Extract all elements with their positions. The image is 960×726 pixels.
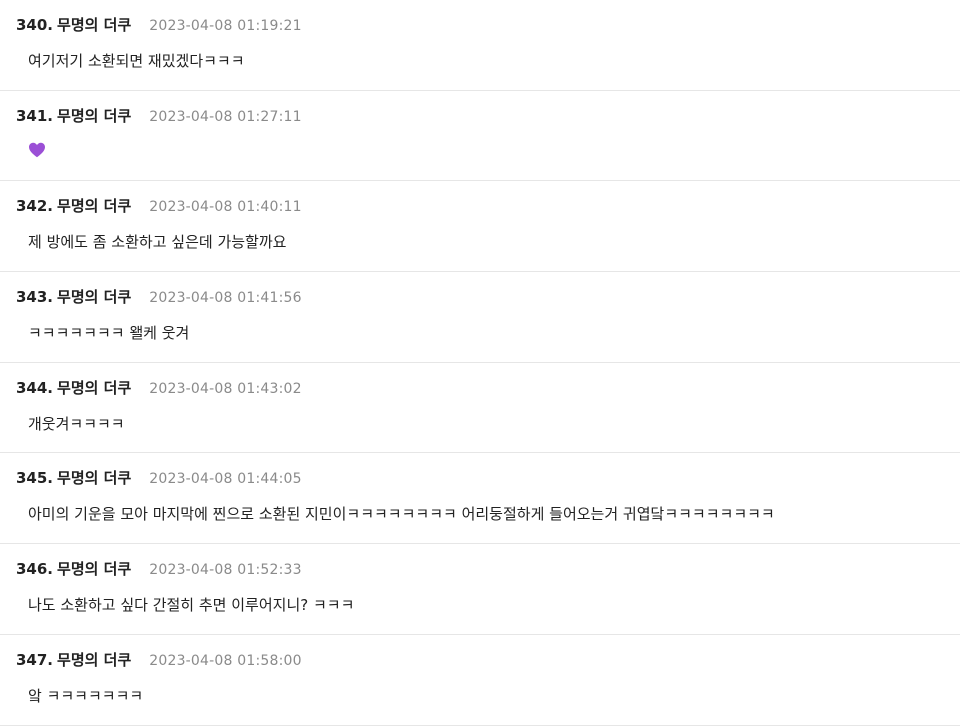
comment-header: 344. 무명의 더쿠 2023-04-08 01:43:02	[16, 377, 960, 399]
comment-number: 347.	[16, 650, 54, 669]
comment-author[interactable]: 무명의 더쿠	[57, 195, 131, 216]
comment-header: 340. 무명의 더쿠 2023-04-08 01:19:21	[16, 14, 960, 36]
comment-item: 347. 무명의 더쿠 2023-04-08 01:58:00 앜 ㅋㅋㅋㅋㅋㅋ…	[0, 635, 960, 726]
comment-text: 나도 소환하고 싶다 간절히 추면 이루어지니? ㅋㅋㅋ	[28, 596, 355, 615]
comment-item: 340. 무명의 더쿠 2023-04-08 01:19:21 여기저기 소환되…	[0, 0, 960, 91]
comment-author[interactable]: 무명의 더쿠	[57, 105, 131, 126]
comment-author[interactable]: 무명의 더쿠	[57, 286, 131, 307]
comment-text: 아미의 기운을 모아 마지막에 찐으로 소환된 지민이ㅋㅋㅋㅋㅋㅋㅋㅋ 어리둥절…	[28, 505, 775, 524]
comment-item: 346. 무명의 더쿠 2023-04-08 01:52:33 나도 소환하고 …	[0, 544, 960, 635]
comment-header: 345. 무명의 더쿠 2023-04-08 01:44:05	[16, 467, 960, 489]
comment-number: 340.	[16, 16, 54, 34]
comment-timestamp: 2023-04-08 01:44:05	[149, 471, 302, 488]
comment-item: 341. 무명의 더쿠 2023-04-08 01:27:11	[0, 91, 960, 182]
comment-author[interactable]: 무명의 더쿠	[57, 377, 131, 398]
comment-timestamp: 2023-04-08 01:27:11	[149, 108, 302, 125]
comment-item: 343. 무명의 더쿠 2023-04-08 01:41:56 ㅋㅋㅋㅋㅋㅋㅋ …	[0, 272, 960, 363]
comment-author[interactable]: 무명의 더쿠	[57, 558, 131, 579]
comment-author[interactable]: 무명의 더쿠	[57, 467, 131, 488]
comment-timestamp: 2023-04-08 01:58:00	[149, 652, 302, 669]
comment-text: 제 방에도 좀 소환하고 싶은데 가능할까요	[28, 233, 287, 252]
comment-text: 개웃겨ㅋㅋㅋㅋ	[28, 414, 125, 433]
comment-text: 여기저기 소환되면 재밌겠다ㅋㅋㅋ	[28, 52, 245, 70]
comment-header: 346. 무명의 더쿠 2023-04-08 01:52:33	[16, 558, 960, 580]
comment-item: 342. 무명의 더쿠 2023-04-08 01:40:11 제 방에도 좀 …	[0, 181, 960, 273]
comment-content	[16, 141, 960, 159]
comment-number: 341.	[16, 106, 54, 125]
comment-timestamp: 2023-04-08 01:41:56	[149, 290, 302, 307]
comment-author[interactable]: 무명의 더쿠	[57, 14, 131, 35]
comment-item: 344. 무명의 더쿠 2023-04-08 01:43:02 개웃겨ㅋㅋㅋㅋ	[0, 363, 960, 454]
comment-header: 343. 무명의 더쿠 2023-04-08 01:41:56	[16, 286, 960, 308]
comment-number: 346.	[16, 560, 54, 579]
comment-number: 345.	[16, 469, 54, 488]
comment-item: 345. 무명의 더쿠 2023-04-08 01:44:05 아미의 기운을 …	[0, 453, 960, 545]
comment-timestamp: 2023-04-08 01:40:11	[149, 199, 302, 216]
comment-header: 342. 무명의 더쿠 2023-04-08 01:40:11	[16, 195, 960, 217]
comment-number: 342.	[16, 197, 54, 216]
comment-header: 347. 무명의 더쿠 2023-04-08 01:58:00	[16, 649, 960, 671]
comment-header: 341. 무명의 더쿠 2023-04-08 01:27:11	[16, 105, 960, 127]
comment-thread: 340. 무명의 더쿠 2023-04-08 01:19:21 여기저기 소환되…	[0, 0, 960, 726]
comment-text: 앜 ㅋㅋㅋㅋㅋㅋㅋ	[28, 686, 144, 705]
comment-number: 343.	[16, 288, 54, 307]
comment-text: ㅋㅋㅋㅋㅋㅋㅋ 왤케 웃겨	[28, 324, 190, 343]
purple-heart-icon	[29, 142, 45, 158]
comment-number: 344.	[16, 378, 54, 397]
comment-timestamp: 2023-04-08 01:52:33	[149, 562, 302, 579]
comment-timestamp: 2023-04-08 01:43:02	[149, 380, 302, 397]
comment-author[interactable]: 무명의 더쿠	[57, 649, 131, 670]
comment-timestamp: 2023-04-08 01:19:21	[149, 18, 302, 34]
